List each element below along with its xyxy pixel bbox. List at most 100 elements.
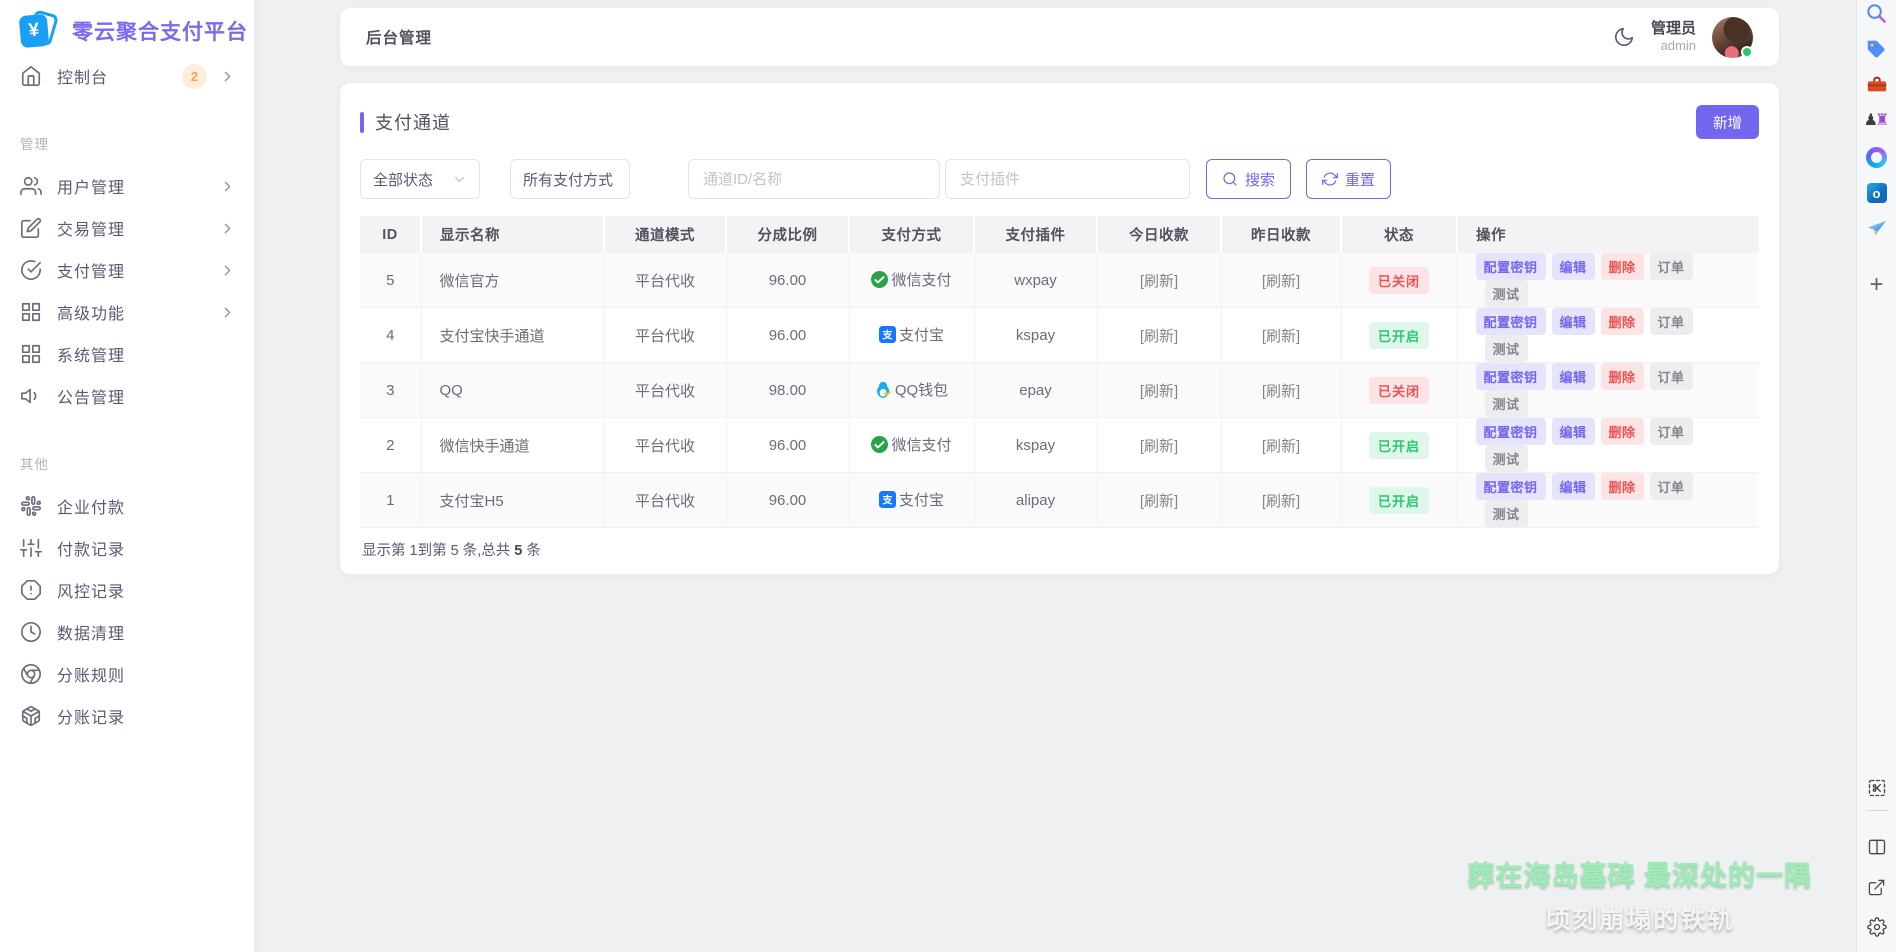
sidebar-item-data-cleanup[interactable]: 数据清理 [0,611,254,653]
config-key-button[interactable]: 配置密钥 [1476,363,1546,390]
test-button[interactable]: 测试 [1485,280,1528,307]
config-key-button[interactable]: 配置密钥 [1476,418,1546,445]
sidebar-item-split-records[interactable]: 分账记录 [0,695,254,737]
split-screen-icon[interactable] [1864,834,1890,860]
refresh-yesterday-link[interactable]: [刷新] [1262,273,1300,290]
qq-wallet-icon [875,381,892,398]
order-button[interactable]: 订单 [1650,308,1693,335]
test-button[interactable]: 测试 [1485,445,1528,472]
sidebar-item-risk-records[interactable]: 风控记录 [0,569,254,611]
search-button[interactable]: 搜索 [1206,159,1291,199]
sidebar-item-payment-management[interactable]: 支付管理 [0,249,254,291]
payment-method-select[interactable]: 所有支付方式 [510,159,630,199]
cell-actions: 配置密钥编辑删除订单测试 [1457,418,1759,473]
cell-mode: 平台代收 [604,363,726,418]
refresh-yesterday-link[interactable]: [刷新] [1262,383,1300,400]
config-key-button[interactable]: 配置密钥 [1476,308,1546,335]
toolbox-icon[interactable] [1864,72,1890,98]
config-key-button[interactable]: 配置密钥 [1476,473,1546,500]
dark-mode-moon-icon[interactable] [1613,26,1635,48]
shopping-tag-icon[interactable] [1864,36,1890,62]
reset-button[interactable]: 重置 [1306,159,1391,199]
edit-button[interactable]: 编辑 [1552,363,1595,390]
sidebar-item-label: 交易管理 [57,216,219,240]
test-button[interactable]: 测试 [1485,335,1528,362]
cell-id: 5 [360,253,421,308]
refresh-today-link[interactable]: [刷新] [1140,328,1178,345]
cell-rate: 98.00 [726,363,849,418]
cell-yesterday: [刷新] [1221,308,1341,363]
sidebar-item-label: 数据清理 [57,620,236,644]
config-key-button[interactable]: 配置密钥 [1476,253,1546,280]
col-header-method: 支付方式 [849,216,974,253]
clock-icon [20,621,42,643]
reset-button-label: 重置 [1345,169,1375,190]
refresh-today-link[interactable]: [刷新] [1140,438,1178,455]
delete-button[interactable]: 删除 [1601,363,1644,390]
open-in-new-window-icon[interactable] [1864,874,1890,900]
dock-divider [1866,810,1888,811]
channel-id-input[interactable] [688,159,940,199]
sidebar-item-payment-records[interactable]: 付款记录 [0,527,254,569]
main-content: 后台管理 管理员 admin 支付通道 新增 全部状态 所有支付方式 [254,0,1856,952]
cell-plugin: kspay [974,308,1097,363]
sidebar-item-console[interactable]: 控制台 2 [0,55,254,97]
cell-yesterday: [刷新] [1221,253,1341,308]
order-button[interactable]: 订单 [1650,473,1693,500]
delete-button[interactable]: 删除 [1601,308,1644,335]
outlook-glyph: o [1867,183,1887,203]
edit-button[interactable]: 编辑 [1552,418,1595,445]
status-badge: 已关闭 [1369,377,1429,404]
refresh-today-link[interactable]: [刷新] [1140,383,1178,400]
screenshot-snip-icon[interactable] [1864,775,1890,801]
edit-button[interactable]: 编辑 [1552,308,1595,335]
codesandbox-icon [20,705,42,727]
status-select-value: 全部状态 [373,169,433,190]
status-select[interactable]: 全部状态 [360,159,480,199]
delete-button[interactable]: 删除 [1601,473,1644,500]
sidebar-item-user-management[interactable]: 用户管理 [0,165,254,207]
cell-id: 4 [360,308,421,363]
test-button[interactable]: 测试 [1485,500,1528,527]
search-icon[interactable] [1864,0,1890,26]
delete-button[interactable]: 删除 [1601,418,1644,445]
cell-actions: 配置密钥编辑删除订单测试 [1457,363,1759,418]
user-name: 管理员 [1651,20,1696,39]
avatar[interactable] [1712,17,1753,58]
refresh-yesterday-link[interactable]: [刷新] [1262,328,1300,345]
test-button[interactable]: 测试 [1485,390,1528,417]
refresh-today-link[interactable]: [刷新] [1140,273,1178,290]
col-header-rate: 分成比例 [726,216,849,253]
payment-method-select-value: 所有支付方式 [523,169,613,190]
user-info[interactable]: 管理员 admin [1651,20,1696,55]
order-button[interactable]: 订单 [1650,418,1693,445]
sidebar-item-system-management[interactable]: 系统管理 [0,333,254,375]
col-header-actions: 操作 [1457,216,1759,253]
edit-button[interactable]: 编辑 [1552,253,1595,280]
cell-rate: 96.00 [726,418,849,473]
add-sidebar-item-icon[interactable]: + [1864,272,1890,298]
cell-method: 微信支付 [849,418,974,473]
refresh-yesterday-link[interactable]: [刷新] [1262,438,1300,455]
copilot-icon[interactable] [1864,144,1890,170]
refresh-yesterday-link[interactable]: [刷新] [1262,493,1300,510]
plugin-input[interactable] [945,159,1190,199]
sidebar-item-advanced-features[interactable]: 高级功能 [0,291,254,333]
sidebar-item-transaction-management[interactable]: 交易管理 [0,207,254,249]
order-button[interactable]: 订单 [1650,253,1693,280]
settings-icon[interactable] [1864,914,1890,940]
order-button[interactable]: 订单 [1650,363,1693,390]
add-button[interactable]: 新增 [1696,105,1759,139]
games-icon[interactable]: ♟♜ [1864,108,1890,134]
sidebar-item-announcement-management[interactable]: 公告管理 [0,375,254,417]
edit-button[interactable]: 编辑 [1552,473,1595,500]
method-label: 微信支付 [891,434,951,455]
sidebar-item-enterprise-payment[interactable]: 企业付款 [0,485,254,527]
outlook-icon[interactable]: o [1864,180,1890,206]
delete-button[interactable]: 删除 [1601,253,1644,280]
telegram-icon[interactable] [1864,216,1890,242]
sidebar-item-split-rules[interactable]: 分账规则 [0,653,254,695]
sidebar-section-management: 管理 [0,97,254,165]
cell-rate: 96.00 [726,253,849,308]
refresh-today-link[interactable]: [刷新] [1140,493,1178,510]
